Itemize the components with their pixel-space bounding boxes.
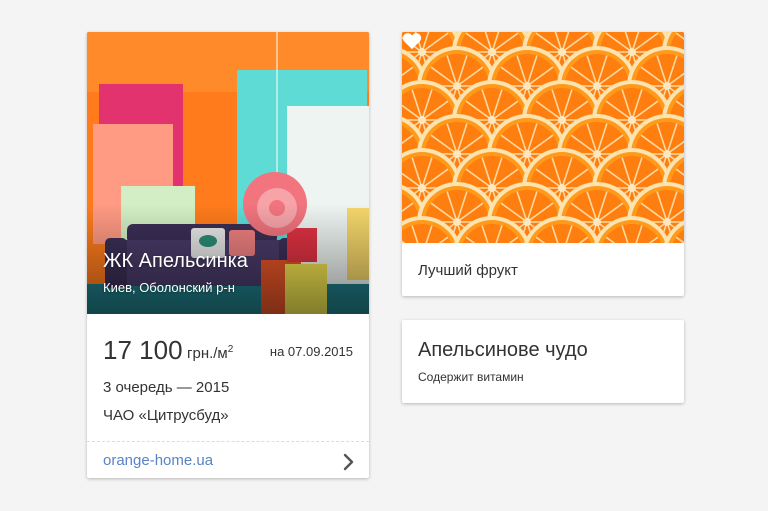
divider — [87, 441, 369, 442]
orange-miracle-card[interactable]: Апельсинове чудо Содержит витамин — [402, 320, 684, 403]
listing-photo: ЖК Апельсинка Киев, Оболонский р-н — [87, 32, 369, 314]
construction-phase: 3 очередь — 2015 — [103, 379, 230, 396]
orange-slices-photo — [402, 32, 684, 243]
listing-card[interactable]: ЖК Апельсинка Киев, Оболонский р-н 17 10… — [87, 32, 369, 478]
price-unit-text: грн./м — [187, 345, 228, 362]
listing-location: Киев, Оболонский р-н — [103, 280, 235, 295]
fruit-card[interactable]: Лучший фрукт — [402, 32, 684, 296]
orange-slices-illustration — [402, 32, 684, 243]
price-row: 17 100 грн./м2 на 07.09.2015 — [103, 332, 353, 368]
chevron-right-icon[interactable] — [343, 453, 355, 471]
card-subtitle: Содержит витамин — [418, 370, 524, 384]
price-value: 17 100 — [103, 335, 183, 365]
heart-icon[interactable] — [402, 32, 422, 50]
fruit-caption: Лучший фрукт — [418, 262, 518, 279]
website-link[interactable]: orange-home.ua — [103, 452, 213, 469]
card-title: Апельсинове чудо — [418, 339, 588, 361]
listing-title[interactable]: ЖК Апельсинка — [103, 248, 248, 274]
price-date: на 07.09.2015 — [269, 344, 353, 359]
price-unit: грн./м2 — [187, 344, 233, 362]
price-unit-power: 2 — [227, 344, 234, 355]
developer-name: ЧАО «Цитрусбуд» — [103, 407, 229, 424]
